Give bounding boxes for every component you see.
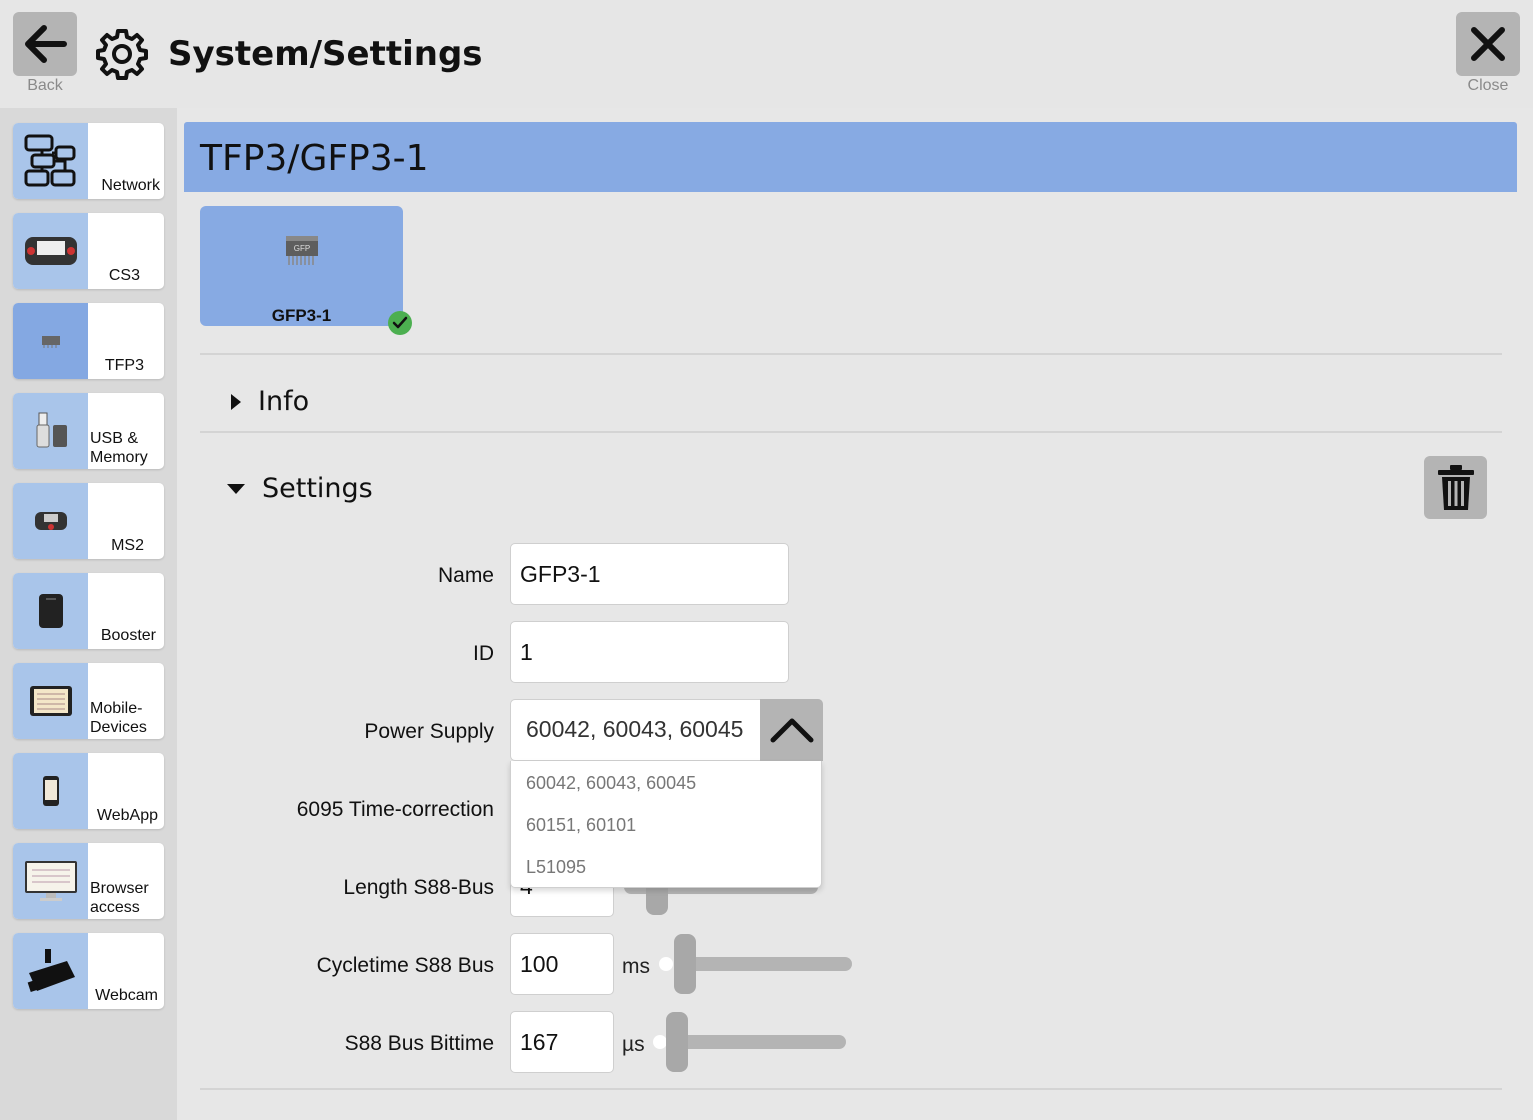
bittime-slider-track[interactable] bbox=[666, 1035, 846, 1049]
sidebar-item-label: Webcam bbox=[95, 987, 158, 1004]
sidebar-thumb bbox=[13, 213, 88, 289]
name-field[interactable]: GFP3-1 bbox=[510, 543, 789, 605]
gear-icon bbox=[96, 29, 148, 80]
sidebar-thumb bbox=[13, 933, 88, 1009]
sidebar-item-cs3[interactable]: CS3 bbox=[13, 213, 164, 289]
arrow-left-icon bbox=[25, 25, 67, 63]
tfp3-icon bbox=[41, 336, 60, 348]
triangle-down-icon bbox=[227, 483, 245, 494]
length-s88-label: Length S88-Bus bbox=[343, 876, 494, 899]
time-correction-label: 6095 Time-correction bbox=[296, 798, 494, 821]
bittime-slider-knob[interactable] bbox=[666, 1012, 688, 1072]
info-section-label: Info bbox=[258, 386, 310, 417]
cycletime-unit: ms bbox=[622, 955, 650, 978]
webapp-icon bbox=[42, 776, 59, 806]
select-collapse-button[interactable] bbox=[760, 699, 823, 761]
sidebar-item-browser-access[interactable]: Browser access bbox=[13, 843, 164, 919]
divider bbox=[200, 353, 1502, 355]
main-title: TFP3/GFP3-1 bbox=[200, 138, 429, 179]
power-supply-dropdown: 60042, 60043, 60045 60151, 60101 L51095 bbox=[510, 761, 822, 888]
usb-memory-icon bbox=[36, 412, 67, 448]
sidebar-item-label: MS2 bbox=[111, 537, 144, 554]
cycletime-field[interactable]: 100 bbox=[510, 933, 614, 995]
cycletime-slider-start bbox=[659, 957, 673, 971]
settings-section-label: Settings bbox=[262, 473, 373, 504]
sidebar-thumb bbox=[13, 483, 88, 559]
main-header: TFP3/GFP3-1 bbox=[184, 122, 1517, 192]
sidebar-item-label: TFP3 bbox=[104, 357, 144, 374]
sidebar-item-webcam[interactable]: Webcam bbox=[13, 933, 164, 1009]
back-button[interactable] bbox=[13, 12, 77, 76]
page-title: System/Settings bbox=[168, 34, 483, 74]
dropdown-option[interactable]: L51095 bbox=[526, 857, 586, 878]
sidebar-item-label: Mobile-Devices bbox=[90, 700, 147, 736]
title-area: System/Settings bbox=[96, 28, 483, 80]
triangle-right-icon bbox=[231, 393, 241, 410]
dropdown-option[interactable]: 60042, 60043, 60045 bbox=[526, 773, 696, 794]
sidebar-item-label: Browser access bbox=[90, 880, 149, 916]
close-icon bbox=[1471, 27, 1505, 61]
sidebar-thumb bbox=[13, 753, 88, 829]
sidebar-item-booster[interactable]: Booster bbox=[13, 573, 164, 649]
cycletime-slider-track[interactable] bbox=[674, 957, 852, 971]
sidebar-item-label: USB & Memory bbox=[90, 430, 148, 466]
svg-text:GFP: GFP bbox=[294, 244, 310, 253]
sidebar-item-tfp3[interactable]: TFP3 bbox=[13, 303, 164, 379]
network-icon bbox=[24, 134, 75, 187]
browser-access-icon bbox=[24, 861, 77, 901]
bittime-unit: µs bbox=[622, 1033, 645, 1056]
info-section-toggle[interactable]: Info bbox=[230, 386, 309, 417]
id-label: ID bbox=[473, 642, 494, 665]
back-label: Back bbox=[27, 77, 63, 94]
id-field[interactable]: 1 bbox=[510, 621, 789, 683]
sidebar-item-network[interactable]: Network bbox=[13, 123, 164, 199]
divider bbox=[200, 431, 1502, 433]
checkmark-icon bbox=[392, 316, 408, 329]
gfp-chip-icon: GFP bbox=[286, 236, 318, 265]
sidebar-item-label: WebApp bbox=[96, 807, 158, 824]
webcam-icon bbox=[27, 949, 75, 992]
main-panel: TFP3/GFP3-1 GFP GFP3-1 Info Settings Nam… bbox=[184, 122, 1517, 1120]
sidebar-item-webapp[interactable]: WebApp bbox=[13, 753, 164, 829]
sidebar: Network CS3 TFP3 USB & Memory MS2 Booste… bbox=[0, 108, 177, 1120]
close-label: Close bbox=[1467, 77, 1509, 94]
bittime-field[interactable]: 167 bbox=[510, 1011, 614, 1073]
trash-icon bbox=[1437, 464, 1474, 510]
device-label: GFP3-1 bbox=[271, 306, 332, 325]
sidebar-thumb bbox=[13, 303, 88, 379]
delete-button[interactable] bbox=[1424, 456, 1487, 519]
cycletime-slider-knob[interactable] bbox=[674, 934, 696, 994]
ms2-icon bbox=[34, 512, 67, 530]
sidebar-item-label: Booster bbox=[100, 627, 156, 644]
sidebar-thumb bbox=[13, 663, 88, 739]
power-supply-label: Power Supply bbox=[364, 720, 494, 743]
chevron-up-icon bbox=[770, 718, 813, 743]
close-button[interactable] bbox=[1456, 12, 1520, 76]
sidebar-item-ms2[interactable]: MS2 bbox=[13, 483, 164, 559]
sidebar-item-usb-memory[interactable]: USB & Memory bbox=[13, 393, 164, 469]
sidebar-thumb bbox=[13, 843, 88, 919]
bittime-slider-start bbox=[653, 1035, 667, 1049]
top-bar: Back System/Settings Close bbox=[0, 0, 1533, 108]
sidebar-thumb bbox=[13, 123, 88, 199]
power-supply-select[interactable]: 60042, 60043, 60045 bbox=[510, 699, 823, 761]
sidebar-thumb bbox=[13, 393, 88, 469]
sidebar-thumb bbox=[13, 573, 88, 649]
power-supply-value: 60042, 60043, 60045 bbox=[526, 716, 744, 742]
cycletime-label: Cycletime S88 Bus bbox=[316, 954, 494, 977]
status-ok-badge bbox=[388, 311, 412, 335]
divider bbox=[200, 1088, 1502, 1090]
settings-section-toggle[interactable]: Settings bbox=[226, 473, 373, 504]
dropdown-option[interactable]: 60151, 60101 bbox=[526, 815, 636, 836]
sidebar-item-label: Network bbox=[101, 177, 160, 194]
bittime-label: S88 Bus Bittime bbox=[344, 1032, 494, 1055]
name-label: Name bbox=[437, 564, 494, 587]
sidebar-item-label: CS3 bbox=[108, 267, 140, 284]
mobile-devices-icon bbox=[29, 686, 72, 716]
sidebar-item-mobile-devices[interactable]: Mobile-Devices bbox=[13, 663, 164, 739]
cs3-icon bbox=[24, 237, 77, 265]
booster-icon bbox=[38, 594, 63, 628]
